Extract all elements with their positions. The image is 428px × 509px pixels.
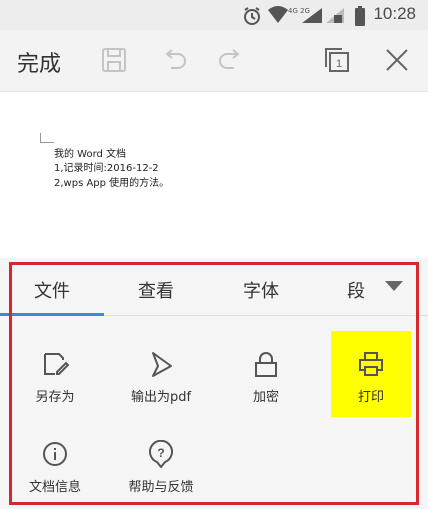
save-as-button[interactable]: 另存为 <box>10 350 100 405</box>
active-tab-indicator <box>0 313 104 316</box>
undo-icon[interactable] <box>159 45 191 77</box>
done-button[interactable]: 完成 <box>17 46 61 78</box>
alarm-icon <box>242 6 262 26</box>
tab-file[interactable]: 文件 <box>34 277 70 303</box>
document-info-label: 文档信息 <box>28 480 81 495</box>
doc-line-2: 1,记录时间:2016-12-2 <box>54 163 159 174</box>
help-feedback-button[interactable]: ? 帮助与反馈 <box>116 440 206 495</box>
sim-signal-icon <box>326 6 346 24</box>
page-corner-mark <box>40 133 54 143</box>
print-label: 打印 <box>357 390 384 405</box>
doc-line-3: 2,wps App 使用的方法。 <box>54 178 170 189</box>
help-icon: ? <box>149 440 173 468</box>
encrypt-button[interactable]: 加密 <box>221 350 311 405</box>
more-tabs-icon[interactable] <box>385 281 403 291</box>
document-info-button[interactable]: 文档信息 <box>10 440 100 495</box>
close-icon[interactable] <box>382 45 414 77</box>
export-pdf-label: 输出为pdf <box>130 390 192 405</box>
redo-icon[interactable] <box>216 45 248 77</box>
svg-text:?: ? <box>157 446 164 460</box>
signal-icon <box>302 6 324 24</box>
lock-icon <box>255 352 277 377</box>
save-as-label: 另存为 <box>35 390 75 405</box>
export-pdf-button[interactable]: 输出为pdf <box>116 350 206 405</box>
tab-paragraph[interactable]: 段 <box>347 277 365 303</box>
save-icon[interactable] <box>99 45 131 77</box>
status-bar: 4G 2G 10:28 <box>0 0 428 30</box>
save-as-icon <box>44 353 69 375</box>
print-icon <box>359 352 383 376</box>
battery-icon <box>355 6 365 26</box>
info-icon <box>43 442 67 466</box>
export-pdf-icon <box>152 352 172 377</box>
print-button[interactable]: 打印 <box>326 350 416 405</box>
doc-line-1: 我的 Word 文档 <box>54 149 127 160</box>
edit-toolbar: 完成 1 <box>0 30 428 92</box>
page-count-icon[interactable]: 1 <box>322 45 354 77</box>
page-count-value: 1 <box>336 58 342 70</box>
help-feedback-label: 帮助与反馈 <box>128 480 194 495</box>
wifi-icon <box>268 6 288 24</box>
tab-font[interactable]: 字体 <box>243 277 279 303</box>
panel-tabs: 文件 查看 字体 段 <box>0 262 428 316</box>
encrypt-label: 加密 <box>252 390 279 405</box>
clock: 10:28 <box>373 4 416 23</box>
tab-view[interactable]: 查看 <box>138 277 174 303</box>
